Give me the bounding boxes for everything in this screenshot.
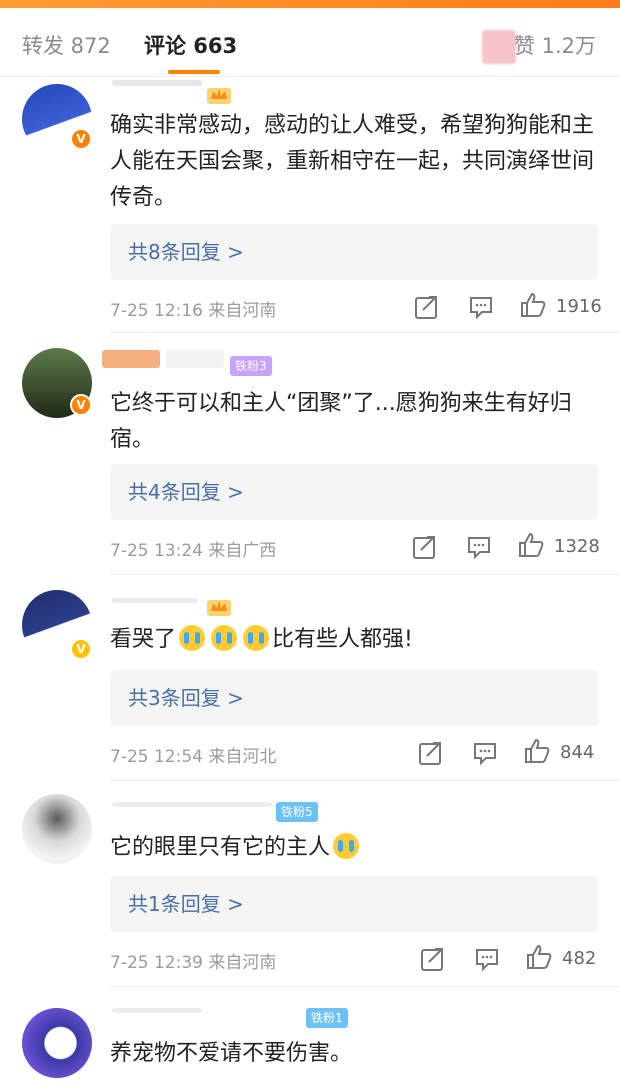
crying-emoji-icon — [211, 625, 238, 651]
comment-tabs: 转发 872 评论 663 赞 1.2万 — [0, 8, 620, 76]
thumb-up-icon[interactable] — [518, 532, 544, 558]
comment-text: 看哭了 比有些人都强! — [110, 622, 610, 658]
comment-icon[interactable] — [466, 534, 492, 560]
comment-text: 它的眼里只有它的主人 — [110, 835, 331, 860]
divider — [110, 574, 620, 575]
tabs-divider — [0, 76, 620, 77]
fan-badge: 铁粉3 — [230, 356, 272, 376]
comment-icon[interactable] — [472, 740, 498, 766]
crown-icon — [207, 600, 231, 616]
thumb-up-icon[interactable] — [526, 944, 552, 970]
thumb-up-icon[interactable] — [520, 292, 546, 318]
tab-repost[interactable]: 转发 872 — [22, 30, 111, 60]
comment-meta: 7-25 12:54 来自河北 — [110, 747, 277, 767]
fan-badge: 铁粉1 — [306, 1008, 348, 1028]
avatar[interactable] — [22, 794, 92, 864]
replies-button[interactable]: 共8条回复 > — [110, 224, 598, 280]
crown-icon — [207, 88, 231, 104]
tab-likes[interactable]: 赞 1.2万 — [514, 30, 596, 60]
divider — [110, 780, 620, 781]
crying-emoji-icon — [243, 625, 270, 651]
comment-text: 确实非常感动，感动的让人难受，希望狗狗能和主人能在天国会聚，重新相守在一起，共同… — [110, 113, 595, 210]
forward-icon[interactable] — [420, 946, 446, 972]
replies-button[interactable]: 共1条回复 > — [110, 876, 598, 932]
verified-icon: V — [70, 638, 92, 660]
divider — [110, 332, 620, 333]
comment-text-start: 看哭了 — [110, 627, 177, 652]
avatar[interactable] — [22, 1008, 92, 1078]
divider — [110, 986, 620, 987]
username-blurred[interactable] — [166, 350, 224, 368]
like-count: 1916 — [556, 296, 602, 317]
like-count: 482 — [562, 948, 597, 969]
tab-comments[interactable]: 评论 663 — [144, 30, 237, 60]
blurred-avatar — [482, 30, 516, 64]
active-tab-indicator — [168, 70, 220, 74]
username-blurred[interactable] — [112, 598, 198, 603]
forward-icon[interactable] — [412, 534, 438, 560]
comment-meta: 7-25 12:16 来自河南 — [110, 301, 277, 321]
like-count: 1328 — [554, 536, 600, 557]
comment-icon[interactable] — [474, 946, 500, 972]
username-blurred[interactable] — [112, 80, 202, 86]
username-blurred[interactable] — [112, 1008, 202, 1013]
forward-icon[interactable] — [418, 740, 444, 766]
crying-emoji-icon — [333, 833, 360, 859]
fan-badge: 铁粉5 — [276, 802, 318, 822]
comment-meta: 7-25 12:39 来自河南 — [110, 953, 277, 973]
comment-icon[interactable] — [468, 294, 494, 320]
forward-icon[interactable] — [414, 294, 440, 320]
like-count: 844 — [560, 742, 595, 763]
crying-emoji-icon — [179, 625, 206, 651]
username-blurred[interactable] — [102, 350, 160, 368]
thumb-up-icon[interactable] — [524, 738, 550, 764]
comment-text-wrapper: 它的眼里只有它的主人 — [110, 830, 610, 866]
comment-text-end: 比有些人都强! — [272, 627, 413, 652]
username-blurred[interactable] — [112, 802, 272, 807]
verified-icon: V — [70, 394, 92, 416]
replies-button[interactable]: 共3条回复 > — [110, 670, 598, 726]
top-strip — [0, 0, 620, 8]
comment-text: 养宠物不爱请不要伤害。 — [110, 1041, 353, 1066]
comment-text: 它终于可以和主人“团聚”了...愿狗狗来生有好归宿。 — [110, 391, 572, 452]
comment-meta: 7-25 13:24 来自广西 — [110, 541, 277, 561]
replies-button[interactable]: 共4条回复 > — [110, 464, 598, 520]
verified-icon: V — [70, 128, 92, 150]
